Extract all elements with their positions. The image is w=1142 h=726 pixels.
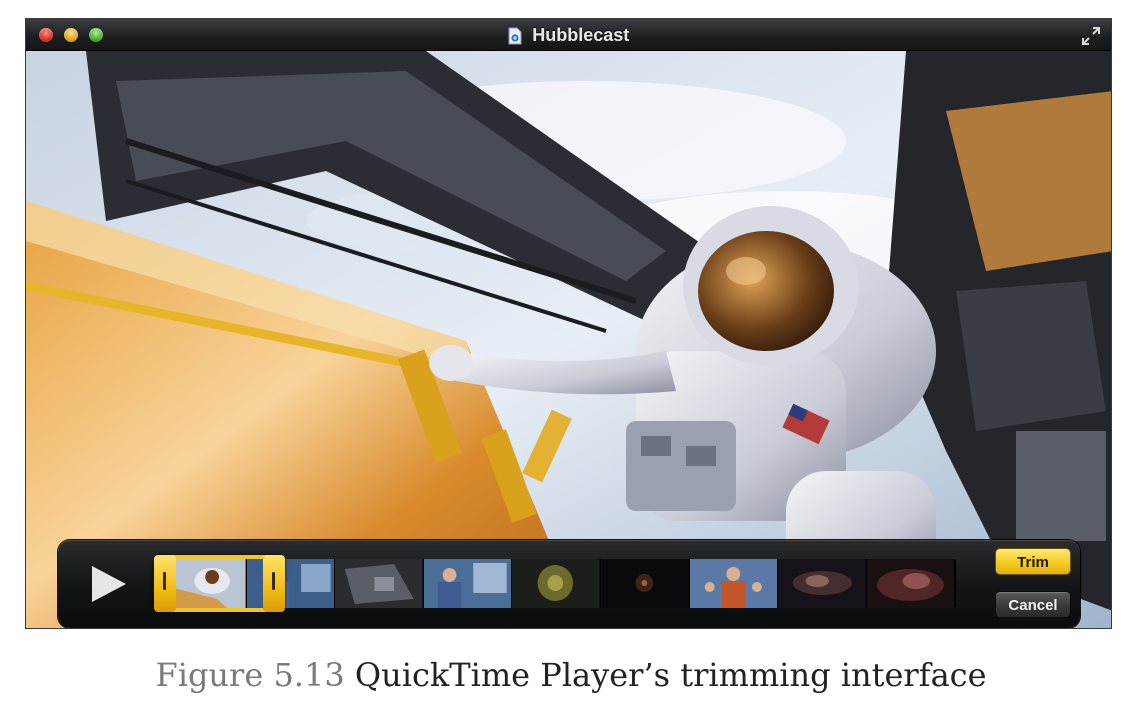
frame-presenter-scene-2: [423, 559, 513, 608]
quicktime-document-icon: [508, 27, 522, 44]
grip-icon: [163, 572, 166, 590]
frame-presenter-gesturing-scene: [689, 559, 779, 608]
title-bar[interactable]: Hubblecast: [26, 19, 1111, 51]
cancel-button[interactable]: Cancel: [995, 591, 1071, 618]
figure-label: Figure 5.13: [155, 656, 345, 694]
fullscreen-arrows-icon[interactable]: [1081, 26, 1101, 46]
figure-caption-text: QuickTime Player’s trimming interface: [354, 656, 987, 694]
trim-end-handle[interactable]: [263, 555, 285, 612]
trim-controls-bar: Trim Cancel: [58, 540, 1080, 628]
grip-icon: [272, 572, 275, 590]
frame-nebula-scene: [778, 559, 867, 608]
window-title: Hubblecast: [532, 25, 630, 45]
window-title-group: Hubblecast: [26, 25, 1111, 46]
trim-selection-range[interactable]: [154, 555, 285, 612]
frame-nebula-scene-2: [866, 559, 956, 608]
play-icon[interactable]: [88, 564, 128, 604]
trim-start-handle[interactable]: [154, 555, 176, 612]
figure-caption: Figure 5.13 QuickTime Player’s trimming …: [0, 656, 1142, 694]
video-frame[interactable]: Trim Cancel: [26, 51, 1111, 628]
frame-dark-space-scene: [600, 559, 690, 608]
quicktime-window: Hubblecast Trim Cancel: [25, 18, 1112, 629]
trim-button[interactable]: Trim: [995, 548, 1071, 575]
frame-dark-equipment-scene: [335, 559, 424, 608]
frame-telescope-mirror-scene: [512, 559, 601, 608]
